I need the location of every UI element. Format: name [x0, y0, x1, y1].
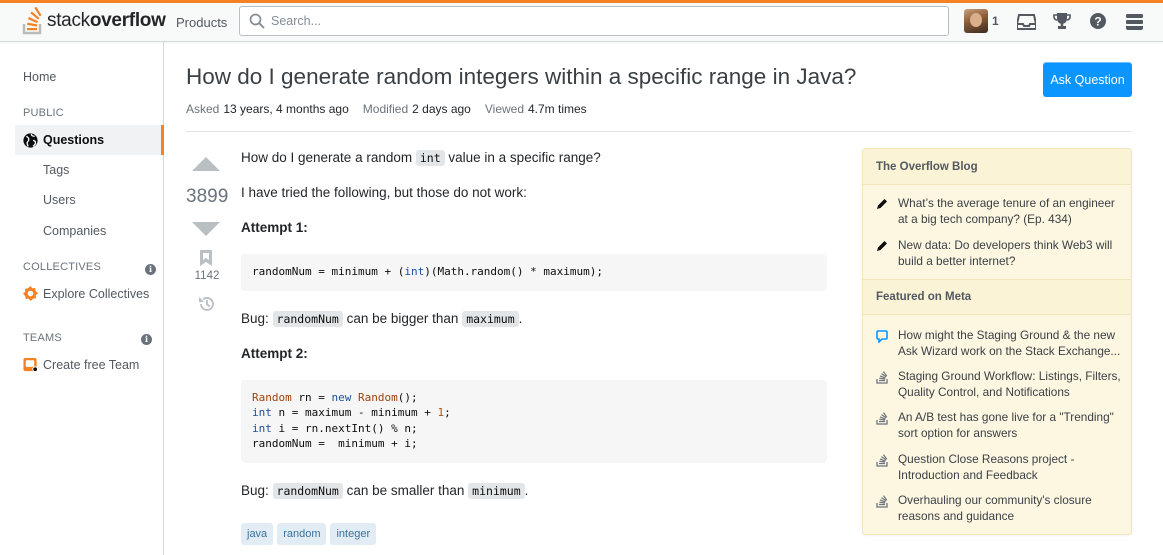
history-icon[interactable] [198, 295, 216, 318]
asked-value[interactable]: 13 years, 4 months ago [223, 102, 348, 116]
search-input[interactable] [271, 14, 911, 28]
question-title[interactable]: How do I generate random integers within… [186, 64, 856, 90]
modified-info: Modified 2 days ago [363, 102, 471, 116]
reputation-count: 1 [992, 14, 999, 28]
featured-meta-heading: Featured on Meta [863, 279, 1131, 315]
nav-create-team-label: Create free Team [43, 357, 140, 372]
logo-wordmark: stackoverflow [47, 10, 166, 31]
inline-code: int [415, 150, 445, 166]
svg-text:?: ? [1094, 15, 1101, 29]
header-divider [186, 131, 1132, 132]
stack-exchange-icon [876, 452, 898, 483]
bug-2-paragraph: Bug: randomNum can be smaller than minim… [241, 483, 529, 499]
public-heading: PUBLIC [23, 107, 64, 119]
meta-item[interactable]: Question Close Reasons project - Introdu… [876, 452, 1124, 483]
stackoverflow-logo[interactable]: stackoverflow [22, 6, 166, 36]
tag-integer[interactable]: integer [330, 523, 377, 545]
meta-item[interactable]: An A/B test has gone live for a "Trendin… [876, 410, 1124, 441]
team-briefcase-icon [23, 357, 38, 372]
stack-exchange-icon [876, 493, 898, 524]
code-block-attempt-1: randomNum = minimum + (int)(Math.random(… [241, 254, 827, 291]
nav-create-team[interactable]: Create free Team [23, 357, 139, 372]
nav-questions-label: Questions [43, 133, 105, 147]
blog-item-label: What’s the average tenure of an engineer… [898, 196, 1115, 226]
collectives-heading: COLLECTIVES [23, 261, 102, 273]
modified-value[interactable]: 2 days ago [412, 102, 471, 116]
inbox-icon[interactable] [1008, 6, 1044, 36]
teams-info-icon[interactable]: i [141, 334, 152, 345]
collectives-icon [23, 286, 38, 301]
inline-code: randomNum [272, 483, 343, 499]
help-icon[interactable]: ? [1080, 6, 1116, 36]
viewed-label: Viewed [484, 102, 524, 116]
ask-question-button[interactable]: Ask Question [1043, 62, 1132, 97]
meta-item-label: How might the Staging Ground & the new A… [898, 328, 1121, 358]
downvote-arrow-icon[interactable] [192, 222, 220, 236]
inline-code: randomNum [272, 311, 343, 327]
nav-home[interactable]: Home [23, 70, 56, 84]
teams-heading: TEAMS [23, 332, 62, 344]
blog-item-label: New data: Do developers think Web3 will … [898, 238, 1113, 268]
attempt-1-heading: Attempt 1: [241, 220, 308, 235]
search-icon [249, 13, 265, 29]
nav-explore-collectives-label: Explore Collectives [43, 286, 150, 301]
left-sidebar: Home PUBLIC Questions Tags Users Compani… [0, 42, 164, 555]
inline-code: minimum [468, 483, 525, 499]
nav-questions[interactable]: Questions [15, 125, 164, 155]
stack-exchange-icon [876, 410, 898, 441]
search-box[interactable] [239, 6, 949, 36]
bookmark-count: 1142 [194, 270, 220, 282]
top-bar: stackoverflow Products 1 ? [0, 0, 1163, 42]
viewed-info: Viewed 4.7m times [485, 102, 587, 116]
code-block-attempt-2: Random rn = new Random(); int n = maximu… [241, 380, 827, 463]
collectives-info-icon[interactable]: i [145, 264, 156, 275]
tag-java[interactable]: java [241, 523, 274, 545]
meta-item[interactable]: How might the Staging Ground & the new A… [876, 328, 1124, 359]
nav-users[interactable]: Users [43, 193, 76, 207]
products-menu[interactable]: Products [167, 8, 236, 36]
tag-random[interactable]: random [277, 523, 327, 545]
pencil-icon [876, 238, 898, 269]
upvote-arrow-icon[interactable] [192, 157, 220, 171]
asked-info: Asked 13 years, 4 months ago [186, 102, 349, 116]
body-paragraph-2: I have tried the following, but those do… [241, 185, 527, 200]
blog-item[interactable]: New data: Do developers think Web3 will … [876, 238, 1124, 269]
bookmark-icon[interactable] [199, 250, 213, 271]
meta-item-label: Overhauling our community's closure reas… [898, 493, 1092, 523]
question-meta: Asked 13 years, 4 months ago Modified 2 da… [186, 102, 601, 116]
achievements-trophy-icon[interactable] [1044, 6, 1080, 36]
speech-bubble-icon [876, 328, 898, 359]
top-nav: 1 ? [960, 6, 1152, 36]
nav-companies[interactable]: Companies [43, 224, 106, 238]
question-tags: java random integer [241, 523, 380, 545]
meta-item-label: Staging Ground Workflow: Listings, Filte… [898, 369, 1121, 399]
user-profile-link[interactable]: 1 [964, 9, 1008, 33]
sidebar-widget: The Overflow Blog What’s the average ten… [862, 148, 1132, 535]
nav-tags[interactable]: Tags [43, 163, 69, 177]
modified-label: Modified [362, 102, 409, 116]
vote-score: 3899 [186, 186, 229, 207]
blog-item[interactable]: What’s the average tenure of an engineer… [876, 196, 1124, 227]
site-switcher-icon[interactable] [1116, 6, 1152, 36]
stack-exchange-icon [876, 369, 898, 400]
viewed-value: 4.7m times [528, 102, 587, 116]
stack-logo-icon [22, 7, 42, 35]
globe-icon [23, 132, 38, 148]
meta-item[interactable]: Staging Ground Workflow: Listings, Filte… [876, 369, 1124, 400]
asked-label: Asked [186, 102, 220, 116]
overflow-blog-heading: The Overflow Blog [863, 149, 1131, 185]
meta-item[interactable]: Overhauling our community's closure reas… [876, 493, 1124, 524]
avatar [964, 9, 988, 33]
meta-item-label: An A/B test has gone live for a "Trendin… [898, 410, 1114, 440]
bug-1-paragraph: Bug: randomNum can be bigger than maximu… [241, 311, 523, 327]
body-paragraph-1: How do I generate a random int value in … [241, 150, 601, 166]
inline-code: maximum [462, 311, 519, 327]
attempt-2-heading: Attempt 2: [241, 346, 308, 361]
meta-item-label: Question Close Reasons project - Introdu… [898, 452, 1075, 482]
nav-explore-collectives[interactable]: Explore Collectives [23, 286, 149, 301]
pencil-icon [876, 196, 898, 227]
